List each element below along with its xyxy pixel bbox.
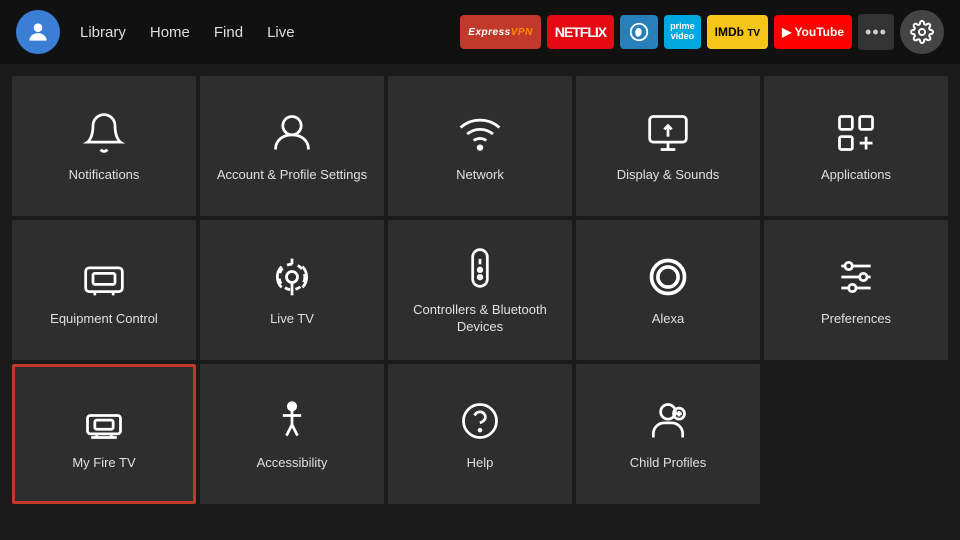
- top-nav: Library Home Find Live ExpressVPN NETFLI…: [0, 0, 960, 64]
- account-label: Account & Profile Settings: [217, 167, 367, 184]
- nav-library[interactable]: Library: [80, 24, 126, 41]
- more-button[interactable]: •••: [858, 14, 894, 50]
- alexa-icon: [644, 253, 692, 301]
- app-discovery[interactable]: [620, 15, 658, 49]
- help-label: Help: [467, 455, 494, 472]
- grid-item-alexa[interactable]: Alexa: [576, 220, 760, 360]
- tv-icon: [80, 253, 128, 301]
- livetv-label: Live TV: [270, 311, 314, 328]
- grid-item-notifications[interactable]: Notifications: [12, 76, 196, 216]
- app-imdb[interactable]: IMDb TV: [707, 15, 768, 49]
- accessibility-icon: [268, 397, 316, 445]
- avatar[interactable]: [16, 10, 60, 54]
- applications-label: Applications: [821, 167, 891, 184]
- network-label: Network: [456, 167, 504, 184]
- antenna-icon: [268, 253, 316, 301]
- grid-item-controllers[interactable]: Controllers & Bluetooth Devices: [388, 220, 572, 360]
- preferences-label: Preferences: [821, 311, 891, 328]
- grid-item-myfiretv[interactable]: My Fire TV: [12, 364, 196, 504]
- nav-find[interactable]: Find: [214, 24, 243, 41]
- childprofiles-label: Child Profiles: [630, 455, 707, 472]
- notifications-label: Notifications: [69, 167, 140, 184]
- controllers-label: Controllers & Bluetooth Devices: [398, 302, 562, 336]
- app-netflix[interactable]: NETFLIX: [547, 15, 614, 49]
- remote-icon: [456, 244, 504, 292]
- nav-live[interactable]: Live: [267, 24, 295, 41]
- grid-item-equipment[interactable]: Equipment Control: [12, 220, 196, 360]
- childprofiles-icon: [644, 397, 692, 445]
- app-expressvpn[interactable]: ExpressVPN: [460, 15, 540, 49]
- bell-icon: [80, 109, 128, 157]
- grid-item-livetv[interactable]: Live TV: [200, 220, 384, 360]
- accessibility-label: Accessibility: [257, 455, 328, 472]
- myfiretv-label: My Fire TV: [72, 455, 135, 472]
- help-icon: [456, 397, 504, 445]
- grid-item-network[interactable]: Network: [388, 76, 572, 216]
- settings-grid: Notifications Account & Profile Settings…: [0, 64, 960, 516]
- app-youtube[interactable]: ▶ YouTube: [774, 15, 852, 49]
- sliders-icon: [832, 253, 880, 301]
- grid-item-display[interactable]: Display & Sounds: [576, 76, 760, 216]
- nav-home[interactable]: Home: [150, 24, 190, 41]
- grid-item-preferences[interactable]: Preferences: [764, 220, 948, 360]
- equipment-label: Equipment Control: [50, 311, 158, 328]
- grid-item-applications[interactable]: Applications: [764, 76, 948, 216]
- firetv-icon: [80, 397, 128, 445]
- settings-button[interactable]: [900, 10, 944, 54]
- grid-item-help[interactable]: Help: [388, 364, 572, 504]
- apps-icon: [832, 109, 880, 157]
- person-icon: [268, 109, 316, 157]
- grid-item-childprofiles[interactable]: Child Profiles: [576, 364, 760, 504]
- display-icon: [644, 109, 692, 157]
- display-label: Display & Sounds: [617, 167, 720, 184]
- alexa-label: Alexa: [652, 311, 685, 328]
- nav-links: Library Home Find Live: [80, 24, 295, 41]
- grid-item-accessibility[interactable]: Accessibility: [200, 364, 384, 504]
- grid-item-account[interactable]: Account & Profile Settings: [200, 76, 384, 216]
- wifi-icon: [456, 109, 504, 157]
- more-icon: •••: [865, 22, 887, 43]
- app-primevideo[interactable]: primevideo: [664, 15, 701, 49]
- app-icons: ExpressVPN NETFLIX primevideo IMDb TV ▶ …: [460, 10, 944, 54]
